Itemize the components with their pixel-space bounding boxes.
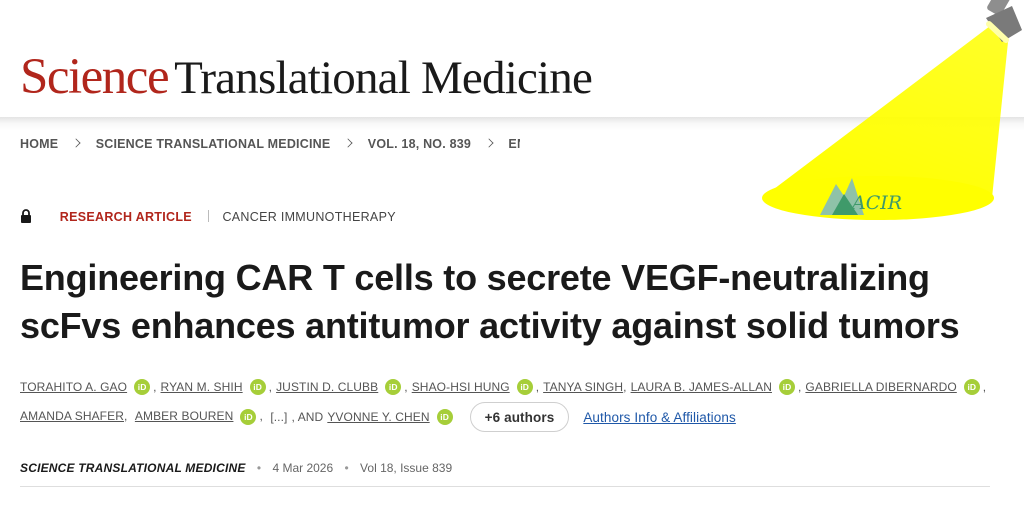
article-type[interactable]: RESEARCH ARTICLE: [60, 210, 192, 224]
author-name[interactable]: AMBER BOUREN: [135, 409, 234, 423]
author-separator: ,: [124, 409, 131, 424]
citation-line: SCIENCE TRANSLATIONAL MEDICINE • 4 Mar 2…: [20, 461, 452, 475]
author-name[interactable]: TORAHITO A. GAO: [20, 380, 127, 394]
orcid-icon[interactable]: iD: [778, 379, 795, 395]
author-name[interactable]: YVONNE Y. CHEN: [327, 410, 429, 424]
author-list: TORAHITO A. GAO iD, RYAN M. SHIH iD, JUSTIN …: [20, 372, 1010, 432]
author-separator: ,: [268, 380, 273, 394]
author-line-1: TORAHITO A. GAO iD, RYAN M. SHIH iD, JUSTIN …: [20, 372, 1010, 402]
breadcrumb-issue[interactable]: VOL. 18, NO. 839: [368, 137, 471, 151]
article-meta: RESEARCH ARTICLE CANCER IMMUNOTHERAPY: [20, 209, 396, 224]
orcid-icon[interactable]: iD: [516, 379, 533, 395]
citation-dot: •: [256, 461, 262, 475]
chevron-right-icon: [343, 138, 353, 148]
citation-dot: •: [344, 461, 349, 475]
svg-text:ACIR: ACIR: [850, 192, 902, 214]
author-ellipsis[interactable]: [...]: [267, 410, 288, 424]
author-name[interactable]: SHAO-HSI HUNG: [412, 380, 510, 394]
author-name[interactable]: LAURA B. JAMES-ALLAN: [631, 380, 772, 394]
authors-info-link[interactable]: Authors Info & Affiliations: [583, 410, 736, 425]
chevron-right-icon: [484, 138, 494, 148]
author-separator: ,: [404, 380, 408, 394]
lock-icon: [21, 209, 31, 223]
divider: [20, 486, 990, 487]
author-line-2-names: AMANDA SHAFER, AMBER BOUREN iD,: [20, 409, 267, 425]
citation-volume[interactable]: Vol 18, Issue 839: [360, 461, 452, 475]
orcid-icon[interactable]: iD: [240, 409, 257, 425]
orcid-icon[interactable]: iD: [134, 379, 151, 395]
author-separator: ,: [259, 409, 263, 424]
author-name[interactable]: TANYA SINGH: [543, 380, 623, 394]
article-subject[interactable]: CANCER IMMUNOTHERAPY: [222, 210, 395, 224]
breadcrumb: HOME SCIENCE TRANSLATIONAL MEDICINE VOL.…: [20, 137, 520, 153]
citation-date: 4 Mar 2026: [272, 461, 334, 475]
author-separator: ,: [623, 380, 627, 394]
author-name[interactable]: AMANDA SHAFER: [20, 409, 124, 423]
chevron-right-icon: [71, 138, 81, 148]
author-name[interactable]: JUSTIN D. CLUBB: [276, 380, 378, 394]
journal-masthead[interactable]: Science Translational Medicine: [20, 48, 593, 108]
orcid-icon[interactable]: iD: [385, 379, 402, 395]
acir-logo-icon: ACIR: [820, 178, 902, 215]
author-separator: ,: [153, 380, 157, 394]
breadcrumb-journal[interactable]: SCIENCE TRANSLATIONAL MEDICINE: [96, 137, 331, 151]
masthead-brand: Science: [20, 49, 170, 105]
orcid-icon[interactable]: iD: [249, 379, 266, 395]
author-line-2: AMANDA SHAFER, AMBER BOUREN iD, [...] , A…: [20, 402, 1010, 432]
masthead-journal: Translational Medicine: [174, 52, 593, 104]
author-name[interactable]: RYAN M. SHIH: [161, 380, 243, 394]
spotlight-lamp-icon: [986, 0, 1022, 43]
author-separator: ,: [535, 380, 540, 394]
article-title: Engineering CAR T cells to secrete VEGF-…: [20, 254, 1000, 350]
citation-journal[interactable]: SCIENCE TRANSLATIONAL MEDICINE: [20, 461, 246, 475]
meta-divider: [207, 210, 209, 222]
title-line-2: scFvs enhances antitumor activity agains…: [20, 305, 960, 346]
author-separator: ,: [982, 380, 987, 394]
author-and: , AND: [291, 410, 324, 424]
breadcrumb-home[interactable]: HOME: [20, 137, 58, 151]
author-separator: ,: [797, 380, 802, 394]
more-authors-button[interactable]: +6 authors: [469, 402, 570, 432]
orcid-icon[interactable]: iD: [963, 379, 980, 395]
breadcrumb-current: ENGINEERII: [508, 137, 520, 151]
orcid-icon[interactable]: iD: [436, 409, 453, 425]
title-line-1: Engineering CAR T cells to secrete VEGF-…: [20, 257, 930, 298]
author-name[interactable]: GABRIELLA DIBERNARDO: [805, 380, 956, 394]
